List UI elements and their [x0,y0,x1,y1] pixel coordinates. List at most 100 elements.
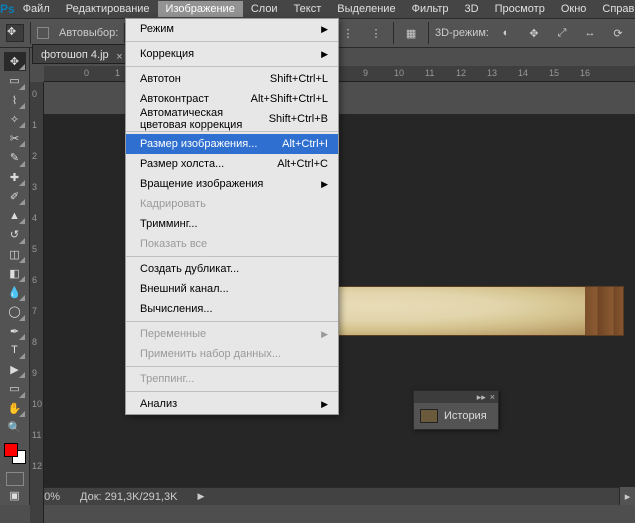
ruler-tick: 8 [32,337,37,347]
menu-item[interactable]: Тримминг... [126,214,338,234]
close-icon[interactable]: × [116,47,122,67]
quick-mask[interactable] [6,472,24,486]
menu-текст[interactable]: Текст [286,1,330,17]
menu-item[interactable]: Размер изображения...Alt+Ctrl+I [126,134,338,154]
ruler-vertical: 0123456789101112 [30,82,44,523]
menu-item-label: Автотон [140,73,181,85]
menu-item-label: Анализ [140,398,177,410]
scroll-right-icon[interactable]: ▸ [619,487,635,505]
zoom-tool[interactable]: 🔍 [4,418,26,437]
menu-item: Кадрировать [126,194,338,214]
menu-item[interactable]: Размер холста...Alt+Ctrl+C [126,154,338,174]
menu-item[interactable]: Создать дубликат... [126,259,338,279]
menu-item[interactable]: Автоматическая цветовая коррекцияShift+C… [126,109,338,129]
submenu-arrow-icon: ▶ [321,179,328,190]
history-thumbnail[interactable] [420,409,438,423]
document-tab[interactable]: фотошоп 4.jp × [32,44,128,64]
menu-item[interactable]: Вращение изображения▶ [126,174,338,194]
gradient-tool[interactable]: ◧ [4,264,26,283]
menu-окно[interactable]: Окно [553,1,595,17]
blur-tool[interactable]: 💧 [4,283,26,302]
move-tool[interactable]: ✥ [4,52,26,71]
distribute-icon[interactable]: ⋮ [337,22,359,44]
menu-item-label: Автоконтраст [140,93,209,105]
dodge-tool[interactable]: ◯ [4,302,26,321]
brush-tool[interactable]: ✐ [4,187,26,206]
ruler-tick: 11 [32,430,41,440]
ruler-tick: 0 [32,89,37,99]
pan-icon[interactable]: ✥ [523,22,545,44]
divider [428,22,429,44]
autoselect-checkbox[interactable] [37,27,49,39]
menu-изображение[interactable]: Изображение [158,1,243,17]
divider [393,22,394,44]
history-panel[interactable]: ▸▸ × История [413,390,499,430]
submenu-arrow-icon: ▶ [321,49,328,60]
orbit-icon[interactable]: ◐ [495,22,517,44]
stamp-tool[interactable]: ▲ [4,206,26,225]
collapse-icon[interactable]: ▸▸ [477,392,486,403]
move-tool-icon[interactable]: ✥ [6,24,24,42]
hand-tool[interactable]: ✋ [4,399,26,418]
history-panel-title: История [444,410,487,422]
menu-separator [126,41,338,42]
menu-редактирование[interactable]: Редактирование [58,1,158,17]
screen-mode[interactable]: ▣ [4,486,26,505]
distribute-icon[interactable]: ⋮ [365,22,387,44]
ruler-tick: 10 [394,68,404,78]
menu-справка[interactable]: Справка [594,1,635,17]
menu-item-label: Применить набор данных... [140,348,281,360]
menu-item: Переменные▶ [126,324,338,344]
menu-фильтр[interactable]: Фильтр [404,1,457,17]
menu-item-label: Вычисления... [140,303,213,315]
menu-item[interactable]: Режим▶ [126,19,338,39]
ruler-tick: 3 [32,182,37,192]
menu-separator [126,256,338,257]
scale-icon[interactable]: ⤢ [551,22,573,44]
color-swatches[interactable] [4,443,26,464]
slide-icon[interactable]: ↔ [579,22,601,44]
ruler-tick: 12 [456,68,466,78]
ruler-tick: 1 [115,68,120,78]
misc-icon[interactable]: ▦ [400,22,422,44]
lasso-tool[interactable]: ⌇ [4,91,26,110]
ruler-tick: 1 [32,120,37,130]
fg-color[interactable] [4,443,18,457]
menu-item[interactable]: Вычисления... [126,299,338,319]
ruler-tick: 10 [32,399,42,409]
close-icon[interactable]: × [490,392,495,402]
menu-файл[interactable]: Файл [15,1,58,17]
pen-tool[interactable]: ✒ [4,322,26,341]
eraser-tool[interactable]: ◫ [4,245,26,264]
history-brush-tool[interactable]: ↺ [4,225,26,244]
menu-item[interactable]: АвтоконтрастAlt+Shift+Ctrl+L [126,89,338,109]
wand-tool[interactable]: ✧ [4,110,26,129]
marquee-tool[interactable]: ▭ [4,71,26,90]
menu-item-shortcut: Alt+Ctrl+C [277,158,328,170]
submenu-arrow-icon: ▶ [321,329,328,340]
menu-image-dropdown: Режим▶Коррекция▶АвтотонShift+Ctrl+LАвток… [125,18,339,415]
menu-item-label: Треппинг... [140,373,194,385]
crop-tool[interactable]: ✂ [4,129,26,148]
type-tool[interactable]: T [4,341,26,360]
menu-слои[interactable]: Слои [243,1,286,17]
menu-item-label: Создать дубликат... [140,263,239,275]
roll-icon[interactable]: ⟳ [607,22,629,44]
menu-выделение[interactable]: Выделение [329,1,403,17]
eyedropper-tool[interactable]: ✎ [4,148,26,167]
ruler-tick: 12 [32,461,42,471]
shape-tool[interactable]: ▭ [4,379,26,398]
menu-item-label: Внешний канал... [140,283,229,295]
panel-header[interactable]: ▸▸ × [414,391,498,403]
menu-item[interactable]: Коррекция▶ [126,44,338,64]
ruler-tick: 9 [363,68,368,78]
healing-tool[interactable]: ✚ [4,168,26,187]
menu-3d[interactable]: 3D [457,1,487,17]
ruler-tick: 15 [549,68,559,78]
menu-просмотр[interactable]: Просмотр [487,1,553,17]
path-select-tool[interactable]: ▶ [4,360,26,379]
menu-item[interactable]: Внешний канал... [126,279,338,299]
menu-separator [126,131,338,132]
menu-item[interactable]: АвтотонShift+Ctrl+L [126,69,338,89]
menu-item[interactable]: Анализ▶ [126,394,338,414]
